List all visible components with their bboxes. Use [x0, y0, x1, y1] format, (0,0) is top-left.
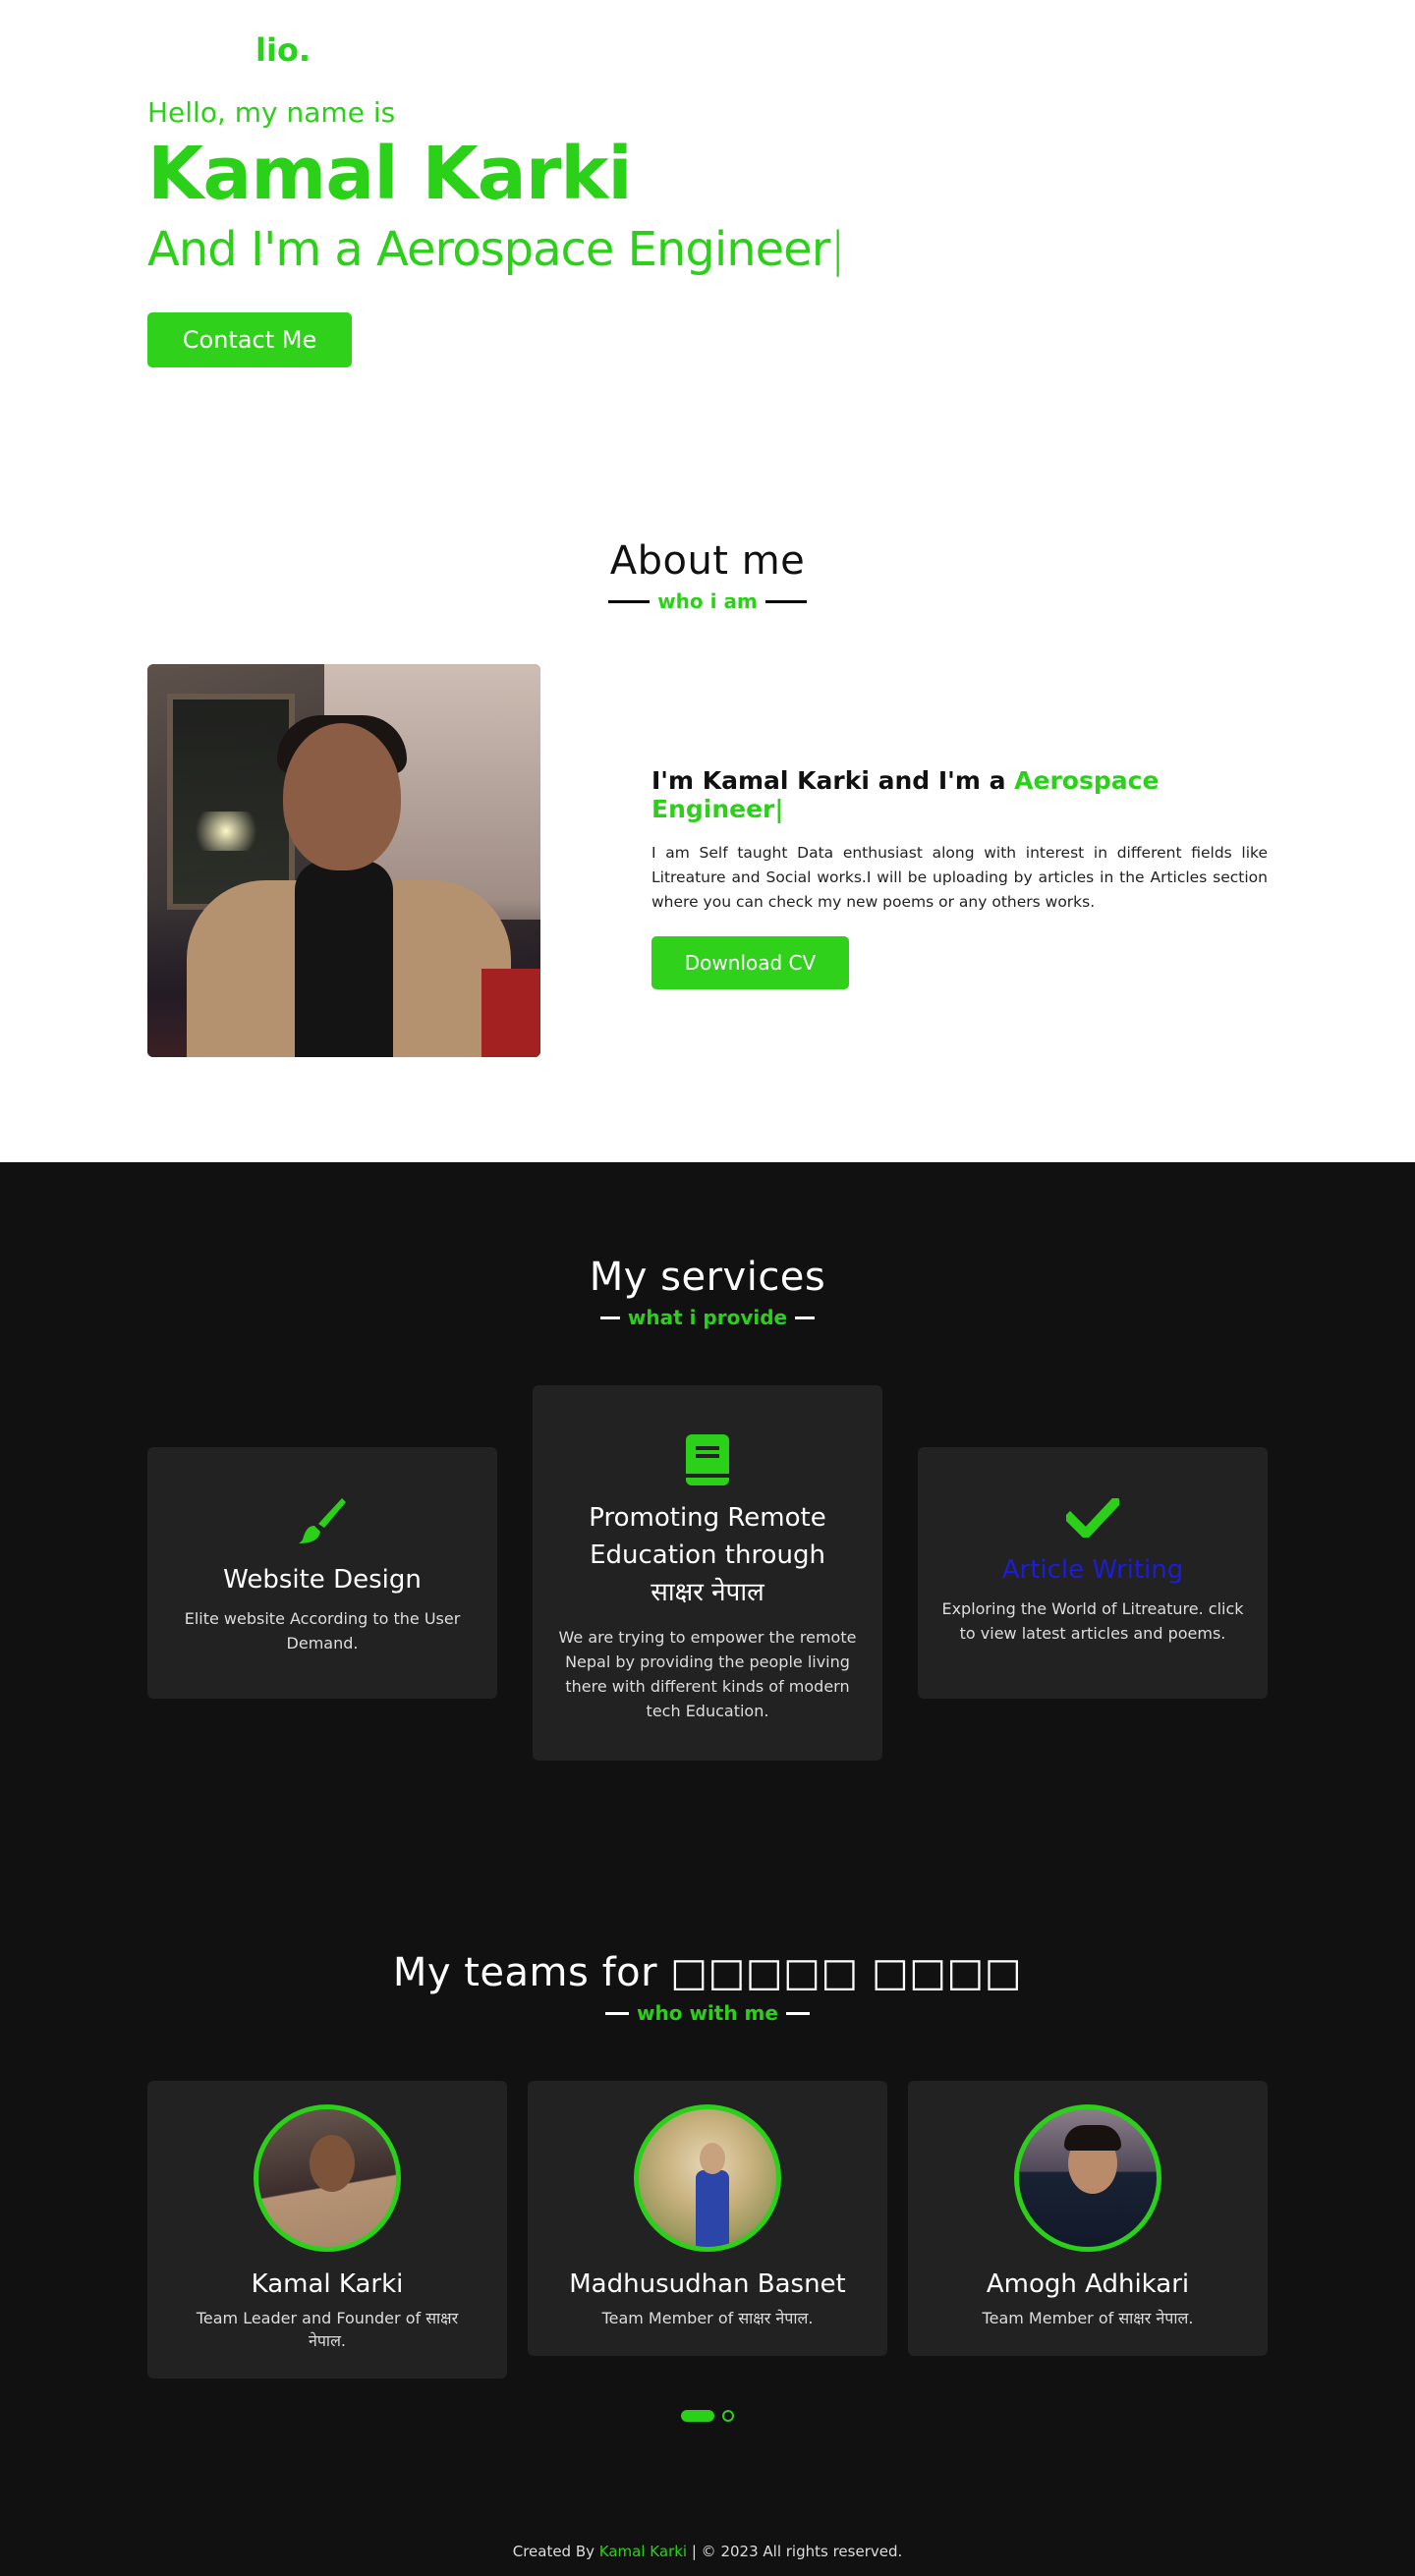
about-paragraph: I am Self taught Data enthusiast along w…: [651, 844, 1268, 911]
divider-line: [795, 1316, 816, 1319]
service-card-website-design[interactable]: Website Design Elite website According t…: [147, 1447, 497, 1699]
service-description: Elite website According to the User Dema…: [184, 1609, 461, 1652]
service-card-remote-education[interactable]: Promoting Remote Education through साक्ष…: [533, 1385, 882, 1761]
team-member-name: Kamal Karki: [251, 2269, 404, 2299]
team-member-role: Team Member of साक्षर नेपाल.: [601, 2309, 814, 2327]
teams-subtitle-row: who with me: [147, 2001, 1268, 2025]
check-icon: [1066, 1498, 1119, 1538]
hero-role-prefix: And I'm a: [147, 222, 377, 277]
avatar: [634, 2104, 781, 2252]
team-member-role: Team Leader and Founder of साक्षर नेपाल.: [196, 2309, 459, 2350]
about-title: About me: [609, 538, 806, 584]
about-intro-heading: I'm Kamal Karki and I'm a Aerospace Engi…: [651, 766, 1268, 823]
about-subtitle: who i am: [657, 589, 758, 613]
team-member-name: Amogh Adhikari: [986, 2269, 1190, 2299]
teams-subtitle: who with me: [637, 2001, 778, 2025]
divider-line: [764, 599, 807, 603]
services-heading-block: My services what i provide: [147, 1255, 1268, 1329]
about-heading-block: About me who i am: [147, 538, 1268, 613]
carousel-pagination: [147, 2410, 1268, 2422]
site-logo[interactable]: lio.: [255, 31, 311, 69]
about-content: I'm Kamal Karki and I'm a Aerospace Engi…: [651, 766, 1268, 989]
typing-cursor: |: [829, 222, 845, 277]
carousel-dot[interactable]: [722, 2410, 734, 2422]
team-card[interactable]: Kamal Karki Team Leader and Founder of स…: [147, 2081, 507, 2379]
services-title: My services: [589, 1255, 826, 1300]
about-subtitle-row: who i am: [147, 589, 1268, 613]
avatar: [254, 2104, 401, 2252]
footer: Created By Kamal Karki | © 2023 All righ…: [147, 2543, 1268, 2560]
typing-cursor: |: [774, 795, 784, 823]
hero-section: lio. Hello, my name is Kamal Karki And I…: [0, 0, 1415, 1162]
team-member-name: Madhusudhan Basnet: [569, 2269, 846, 2299]
hero-name: Kamal Karki: [147, 132, 633, 216]
footer-author-link[interactable]: Kamal Karki: [599, 2543, 687, 2560]
footer-prefix: Created By: [512, 2543, 599, 2560]
download-cv-button[interactable]: Download CV: [651, 936, 849, 989]
team-member-role: Team Member of साक्षर नेपाल.: [982, 2309, 1194, 2327]
services-subtitle: what i provide: [627, 1306, 788, 1329]
teams-heading-block: My teams for □□□□□ □□□□ who with me: [147, 1950, 1268, 2025]
team-card[interactable]: Madhusudhan Basnet Team Member of साक्षर…: [528, 2081, 887, 2356]
service-description: Exploring the World of Litreature. click…: [941, 1599, 1244, 1643]
services-teams-section: My services what i provide Website Desig…: [0, 1162, 1415, 2576]
service-title: Promoting Remote Education through साक्ष…: [589, 1503, 826, 1607]
article-writing-link[interactable]: Article Writing: [918, 1551, 1268, 1589]
profile-photo: [147, 664, 540, 1057]
hero-role: And I'm a Aerospace Engineer|: [147, 222, 846, 277]
carousel-dot-active[interactable]: [681, 2410, 714, 2422]
team-card[interactable]: Amogh Adhikari Team Member of साक्षर नेप…: [908, 2081, 1268, 2356]
book-icon: [686, 1434, 729, 1485]
contact-me-button[interactable]: Contact Me: [147, 312, 352, 367]
hero-greeting: Hello, my name is: [147, 96, 396, 129]
hero-role-highlight: Aerospace Engineer: [376, 222, 830, 277]
service-card-article-writing[interactable]: Article Writing Exploring the World of L…: [918, 1447, 1268, 1699]
divider-line: [599, 1316, 620, 1319]
service-title: Website Design: [223, 1565, 422, 1595]
teams-title: My teams for □□□□□ □□□□: [392, 1950, 1023, 1995]
services-subtitle-row: what i provide: [147, 1306, 1268, 1329]
paint-brush-icon: [299, 1498, 346, 1543]
divider-line: [785, 2011, 810, 2015]
footer-copyright: | © 2023 All rights reserved.: [687, 2543, 903, 2560]
divider-line: [608, 599, 651, 603]
about-heading-prefix: I'm Kamal Karki and I'm a: [651, 766, 1015, 795]
service-description: We are trying to empower the remote Nepa…: [558, 1628, 857, 1720]
avatar: [1014, 2104, 1161, 2252]
divider-line: [605, 2011, 630, 2015]
